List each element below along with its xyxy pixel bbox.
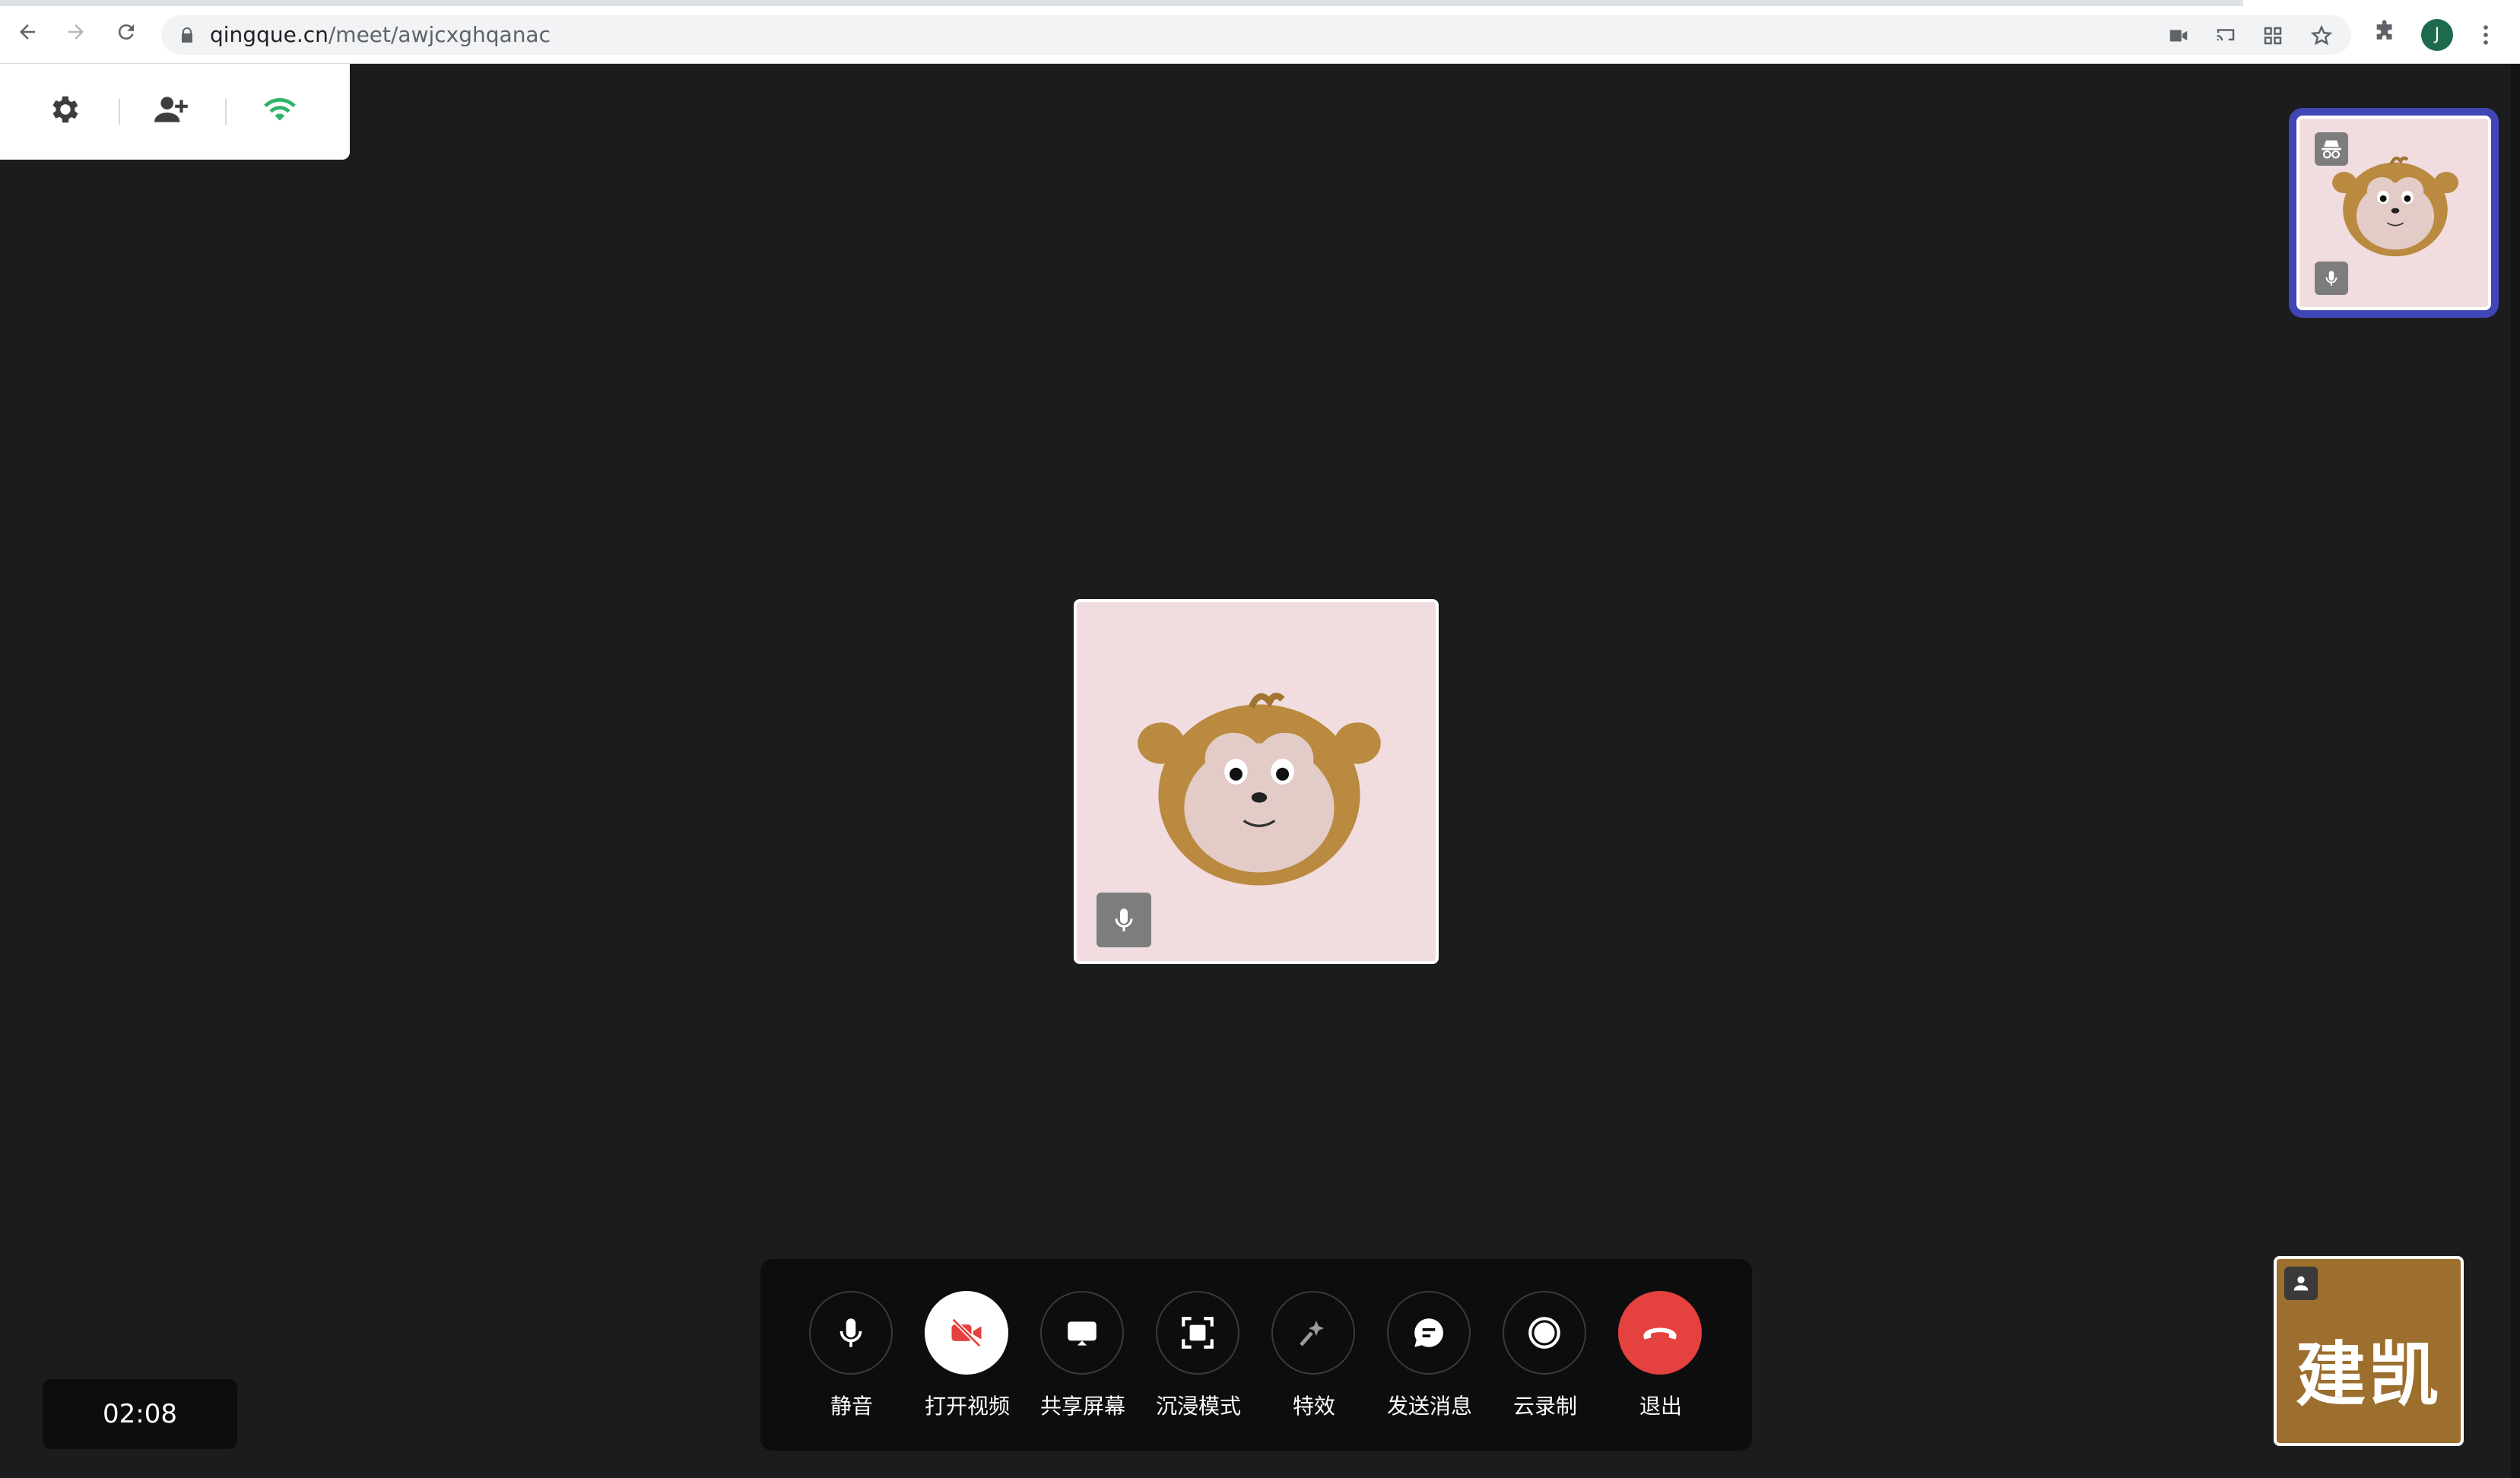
- reload-icon: [118, 24, 134, 40]
- top-tool-panel: [0, 64, 350, 160]
- tool-divider: [119, 99, 120, 125]
- bookmark-star-icon[interactable]: [2310, 24, 2333, 47]
- cloud-record-circle[interactable]: [1503, 1291, 1586, 1375]
- meeting-control-bar: 静音 打开视频 共享屏幕 沉浸模式 特效 发送消息 云录制 退出: [760, 1259, 1752, 1451]
- microphone-icon: [2325, 271, 2338, 286]
- screen-share-icon: [1068, 1321, 1097, 1346]
- effects-label: 特效: [1292, 1394, 1335, 1419]
- send-message-circle[interactable]: [1387, 1291, 1471, 1375]
- hang-up-icon: [1643, 1327, 1677, 1340]
- window-edge: [2511, 64, 2520, 1478]
- immersive-mode-circle[interactable]: [1156, 1291, 1239, 1375]
- meeting-timer: 02:08: [43, 1379, 237, 1449]
- immersive-mode-label: 沉浸模式: [1155, 1394, 1241, 1419]
- url-host: qingque.cn: [210, 22, 328, 47]
- address-bar[interactable]: qingque.cn/meet/awjcxghqanac: [161, 15, 2351, 55]
- video-off-icon: [951, 1318, 982, 1348]
- participant-name: 建凯: [2295, 1334, 2442, 1416]
- record-icon: [1528, 1317, 1560, 1349]
- lock-icon: [182, 27, 192, 43]
- url-path: /meet/awjcxghqanac: [328, 22, 551, 47]
- leave-meeting-button[interactable]: 退出: [1603, 1291, 1719, 1420]
- main-tile-mic-badge: [1097, 893, 1151, 947]
- start-video-label: 打开视频: [924, 1394, 1010, 1419]
- chat-bubble-icon: [1414, 1318, 1443, 1347]
- microphone-icon: [1115, 909, 1133, 931]
- arrow-left-icon: [20, 24, 35, 40]
- forward-button[interactable]: [61, 17, 91, 47]
- send-message-label: 发送消息: [1386, 1394, 1472, 1419]
- send-message-button[interactable]: 发送消息: [1372, 1291, 1487, 1420]
- browser-menu-icon[interactable]: [2473, 20, 2499, 50]
- browser-toolbar: qingque.cn/meet/awjcxghqanac J: [0, 0, 2520, 64]
- mute-label: 静音: [830, 1394, 873, 1419]
- microphone-icon: [839, 1318, 862, 1347]
- active-tab[interactable]: [2243, 0, 2520, 6]
- profile-avatar[interactable]: J: [2421, 19, 2453, 51]
- leave-meeting-label: 退出: [1639, 1394, 1682, 1419]
- effects-wand-icon: [1300, 1321, 1324, 1346]
- share-screen-label: 共享屏幕: [1039, 1394, 1125, 1419]
- effects-circle[interactable]: [1271, 1291, 1355, 1375]
- effects-button[interactable]: 特效: [1256, 1291, 1372, 1420]
- extensions-puzzle-icon[interactable]: [2372, 19, 2398, 45]
- cast-icon[interactable]: [2214, 24, 2237, 47]
- cloud-record-button[interactable]: 云录制: [1487, 1291, 1603, 1420]
- meeting-page: qingque.cn/meet/awjcxghqanac J 建凯 02:08 …: [0, 0, 2520, 1478]
- tab-strip: [0, 0, 2520, 6]
- participant-name-tile[interactable]: 建凯: [2274, 1256, 2464, 1446]
- thumbnail-mic-badge: [2315, 262, 2348, 295]
- main-video-tile[interactable]: [1074, 599, 1439, 964]
- start-video-circle[interactable]: [925, 1291, 1008, 1375]
- tool-divider: [225, 99, 227, 125]
- apps-grid-icon[interactable]: [2261, 24, 2284, 47]
- leave-meeting-circle[interactable]: [1618, 1291, 1702, 1375]
- person-icon: [2293, 1276, 2309, 1291]
- share-screen-circle[interactable]: [1040, 1291, 1124, 1375]
- share-screen-button[interactable]: 共享屏幕: [1025, 1291, 1141, 1420]
- monkey-avatar-icon: [1138, 693, 1381, 886]
- cloud-record-label: 云录制: [1512, 1394, 1577, 1419]
- reload-button[interactable]: [111, 17, 141, 47]
- network-status-button[interactable]: [257, 87, 303, 132]
- active-speaker-thumbnail[interactable]: [2289, 108, 2499, 318]
- settings-button[interactable]: [43, 87, 88, 132]
- person-add-icon: [154, 97, 188, 122]
- camera-permission-icon[interactable]: [2167, 24, 2190, 47]
- wifi-icon: [264, 97, 296, 121]
- immersive-mode-button[interactable]: 沉浸模式: [1141, 1291, 1256, 1420]
- invite-button[interactable]: [149, 87, 195, 132]
- immersive-mode-icon: [1182, 1317, 1214, 1349]
- monkey-avatar-icon: [2332, 156, 2458, 257]
- url-text: qingque.cn/meet/awjcxghqanac: [210, 15, 551, 55]
- person-badge: [2284, 1267, 2318, 1300]
- arrow-right-icon: [68, 24, 84, 40]
- gear-icon: [52, 96, 78, 123]
- mute-button[interactable]: 静音: [794, 1291, 909, 1420]
- mute-button-circle[interactable]: [809, 1291, 893, 1375]
- back-button[interactable]: [12, 17, 43, 47]
- start-video-button[interactable]: 打开视频: [909, 1291, 1025, 1420]
